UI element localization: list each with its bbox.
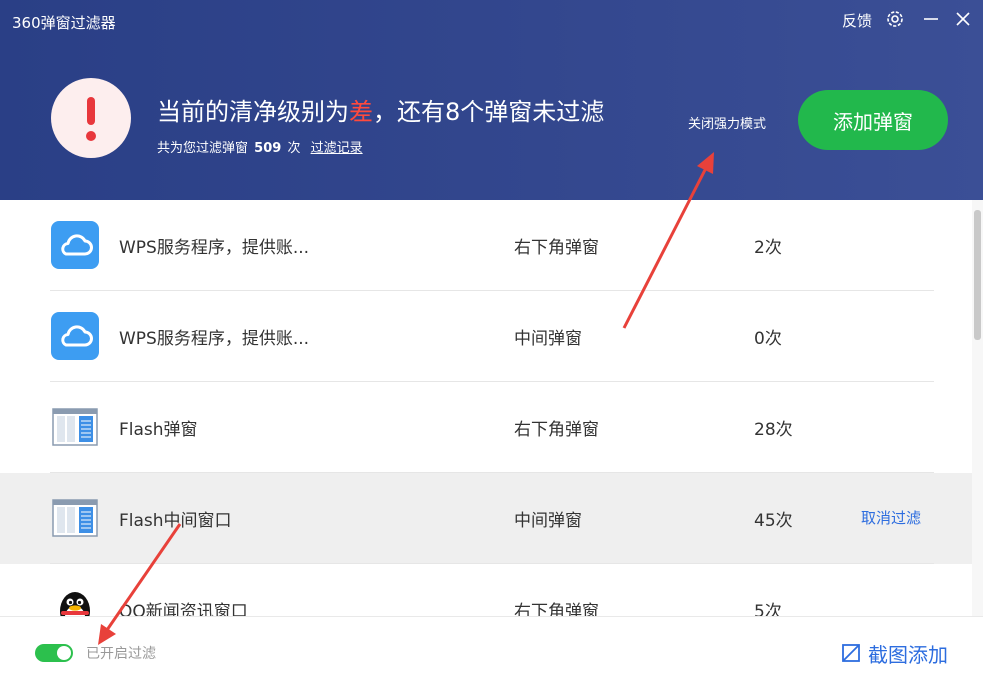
close-icon[interactable]	[952, 8, 974, 30]
list-item[interactable]: WPS服务程序，提供账... 中间弹窗 0次	[0, 291, 972, 382]
cloud-icon	[51, 221, 99, 269]
headline-prefix: 当前的清净级别为	[157, 98, 349, 126]
list-item[interactable]: Flash弹窗 右下角弹窗 28次	[0, 382, 972, 473]
popup-count: 28次	[754, 420, 793, 440]
screenshot-add-label: 截图添加	[868, 642, 948, 667]
qq-penguin-icon	[51, 585, 99, 616]
window-icon	[51, 494, 99, 542]
popup-count: 0次	[754, 329, 782, 349]
crop-icon	[842, 644, 860, 662]
popup-type: 右下角弹窗	[514, 602, 599, 616]
strong-mode-toggle[interactable]: 关闭强力模式	[688, 113, 766, 132]
popup-type: 中间弹窗	[514, 329, 582, 349]
popup-type: 右下角弹窗	[514, 238, 599, 258]
filtered-count: 509	[254, 141, 282, 156]
filter-toggle-switch[interactable]	[35, 644, 73, 662]
toggle-knob	[57, 646, 71, 660]
list-item[interactable]: Flash中间窗口 中间弹窗 45次 取消过滤	[0, 473, 972, 564]
popup-name: QQ新闻资讯窗口	[119, 602, 248, 616]
filtered-unit: 次	[287, 141, 301, 156]
filter-status-label: 已开启过滤	[86, 646, 156, 662]
filter-record-link[interactable]: 过滤记录	[311, 141, 363, 156]
cloud-icon	[51, 312, 99, 360]
cleanliness-level: 差	[349, 98, 373, 126]
popup-count: 2次	[754, 238, 782, 258]
window-icon	[51, 403, 99, 451]
warning-icon	[51, 78, 131, 158]
footer-bar: 已开启过滤 截图添加	[0, 616, 983, 688]
popup-count: 5次	[754, 602, 782, 616]
list-item[interactable]: QQ新闻资讯窗口 右下角弹窗 5次	[0, 564, 972, 616]
app-title: 360弹窗过滤器	[12, 14, 116, 32]
popup-count: 45次	[754, 511, 793, 531]
cleanliness-headline: 当前的清净级别为差，还有8个弹窗未过滤	[157, 92, 604, 127]
popup-name: Flash弹窗	[119, 420, 198, 440]
popup-list: WPS服务程序，提供账... 右下角弹窗 2次 WPS服务程序，提供账... 中…	[0, 200, 972, 616]
popup-type: 右下角弹窗	[514, 420, 599, 440]
screenshot-add-button[interactable]: 截图添加	[840, 639, 948, 667]
popup-type: 中间弹窗	[514, 511, 582, 531]
scrollbar-thumb[interactable]	[974, 210, 981, 340]
filtered-prefix: 共为您过滤弹窗	[157, 141, 249, 156]
popup-name: Flash中间窗口	[119, 511, 232, 531]
cancel-filter-button[interactable]: 取消过滤	[861, 507, 921, 528]
filtered-summary: 共为您过滤弹窗 509 次 过滤记录	[157, 137, 363, 156]
gear-icon[interactable]	[884, 8, 906, 30]
feedback-link[interactable]: 反馈	[842, 10, 872, 31]
popup-name: WPS服务程序，提供账...	[119, 238, 310, 258]
list-item[interactable]: WPS服务程序，提供账... 右下角弹窗 2次	[0, 200, 972, 291]
popup-name: WPS服务程序，提供账...	[119, 329, 310, 349]
header-banner: 360弹窗过滤器 反馈 当前的清净级别为差，还有8个弹窗未过滤 共为您过滤弹窗 …	[0, 0, 983, 200]
minimize-icon[interactable]	[920, 8, 942, 30]
add-popup-button[interactable]: 添加弹窗	[798, 90, 948, 150]
headline-suffix: ，还有8个弹窗未过滤	[373, 98, 605, 126]
